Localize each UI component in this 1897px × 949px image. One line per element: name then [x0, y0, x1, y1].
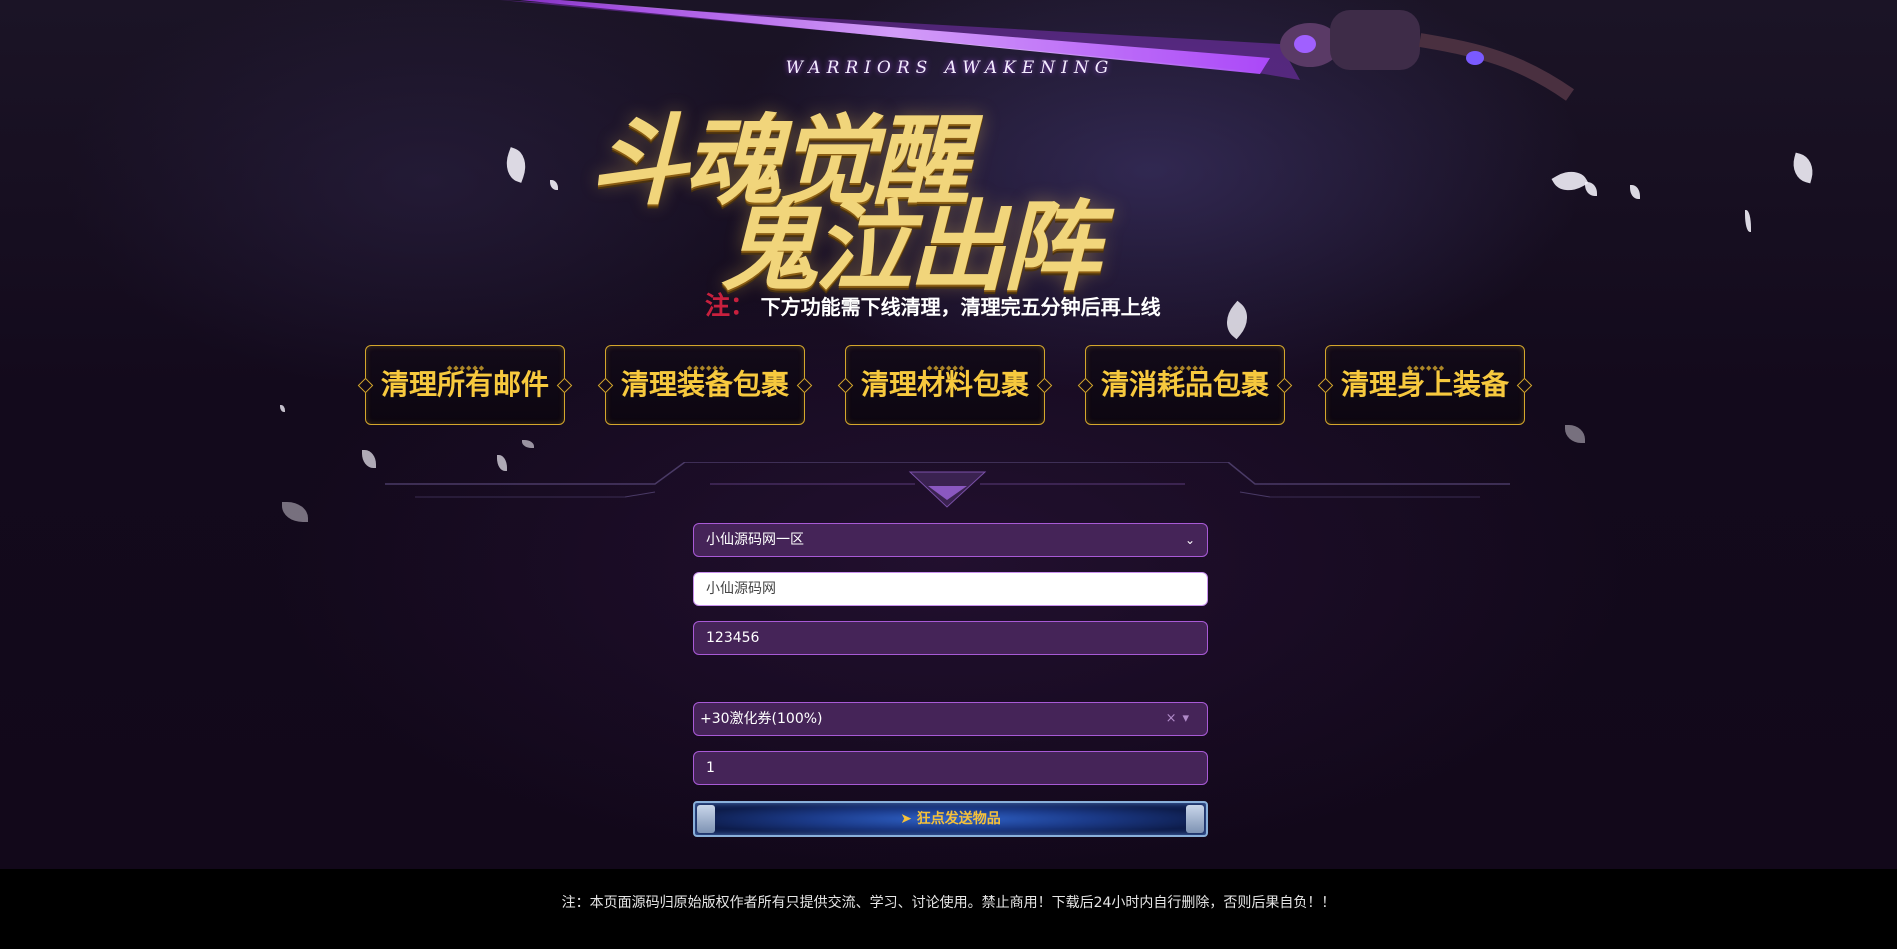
petal-decoration	[1585, 182, 1597, 196]
petal-decoration	[550, 180, 558, 190]
petal-decoration	[362, 450, 376, 468]
action-button-row: ◆◆◆◆◆◆ 清理所有邮件 ◆◆◆◆◆◆ 清理装备包裹 ◆◆◆◆◆◆ 清理材料包…	[365, 345, 1527, 427]
password-input[interactable]: 123456	[693, 621, 1208, 655]
button-ornament: ◆◆◆◆◆◆	[686, 364, 726, 372]
english-subtitle: WARRIORS AWAKENING	[785, 58, 1115, 78]
petal-decoration	[522, 440, 534, 448]
background-scene: WARRIORS AWAKENING 斗魂觉醒 鬼泣出阵 注： 下方功能需下线清…	[0, 0, 1897, 869]
petal-decoration	[282, 502, 308, 522]
clear-material-bag-button[interactable]: ◆◆◆◆◆◆ 清理材料包裹	[845, 345, 1045, 425]
button-ornament: ◆◆◆◆◆◆	[1406, 364, 1446, 372]
clear-worn-equipment-button[interactable]: ◆◆◆◆◆◆ 清理身上装备	[1325, 345, 1525, 425]
petal-decoration	[1630, 185, 1640, 199]
clear-worn-equipment-label: 清理身上装备	[1340, 368, 1509, 401]
paper-plane-icon: ➤	[900, 811, 912, 827]
clear-mail-label: 清理所有邮件	[380, 368, 549, 401]
petal-decoration	[280, 405, 285, 412]
item-select[interactable]: +30激化券(100%) ×▾	[693, 702, 1208, 736]
button-ornament: ◆◆◆◆◆◆	[446, 364, 486, 372]
footer-disclaimer: 注：本页面源码归原始版权作者所有只提供交流、学习、讨论使用。禁止商用！下载后24…	[561, 895, 1336, 911]
clear-equipment-bag-button[interactable]: ◆◆◆◆◆◆ 清理装备包裹	[605, 345, 805, 425]
clear-consumable-bag-label: 清消耗品包裹	[1100, 368, 1269, 401]
petal-decoration	[1745, 210, 1751, 232]
server-select[interactable]: 小仙源码网一区 ⌄	[693, 523, 1208, 557]
notice-text: 下方功能需下线清理，清理完五分钟后再上线	[760, 295, 1161, 319]
petal-decoration	[1551, 163, 1589, 199]
clear-icon[interactable]: ×	[1166, 711, 1183, 726]
server-select-value: 小仙源码网一区	[706, 532, 804, 548]
petal-decoration	[1789, 152, 1817, 184]
petal-decoration	[500, 147, 532, 183]
notice-mark: 注：	[705, 291, 756, 320]
clear-consumable-bag-button[interactable]: ◆◆◆◆◆◆ 清消耗品包裹	[1085, 345, 1285, 425]
send-item-label: 狂点发送物品	[916, 811, 1001, 827]
dropdown-arrow-icon[interactable]: ▾	[1182, 711, 1195, 726]
clear-material-bag-label: 清理材料包裹	[860, 368, 1029, 401]
account-input[interactable]: 小仙源码网	[693, 572, 1208, 606]
petal-decoration	[1565, 425, 1585, 443]
section-divider	[385, 462, 1510, 508]
footer: 注：本页面源码归原始版权作者所有只提供交流、学习、讨论使用。禁止商用！下载后24…	[0, 869, 1897, 949]
account-input-value: 小仙源码网	[706, 581, 776, 597]
chevron-down-icon: ⌄	[1184, 533, 1195, 547]
clear-equipment-bag-label: 清理装备包裹	[620, 368, 789, 401]
button-ornament: ◆◆◆◆◆◆	[1166, 364, 1206, 372]
quantity-input[interactable]: 1	[693, 751, 1208, 785]
petal-decoration	[1218, 300, 1256, 340]
clear-mail-button[interactable]: ◆◆◆◆◆◆ 清理所有邮件	[365, 345, 565, 425]
send-item-button[interactable]: ➤ 狂点发送物品	[693, 801, 1208, 837]
password-input-value: 123456	[706, 630, 760, 646]
quantity-input-value: 1	[706, 760, 715, 776]
notice-banner: 注： 下方功能需下线清理，清理完五分钟后再上线	[705, 286, 1161, 322]
button-ornament: ◆◆◆◆◆◆	[926, 364, 966, 372]
item-select-value: +30激化券(100%)	[700, 711, 823, 727]
